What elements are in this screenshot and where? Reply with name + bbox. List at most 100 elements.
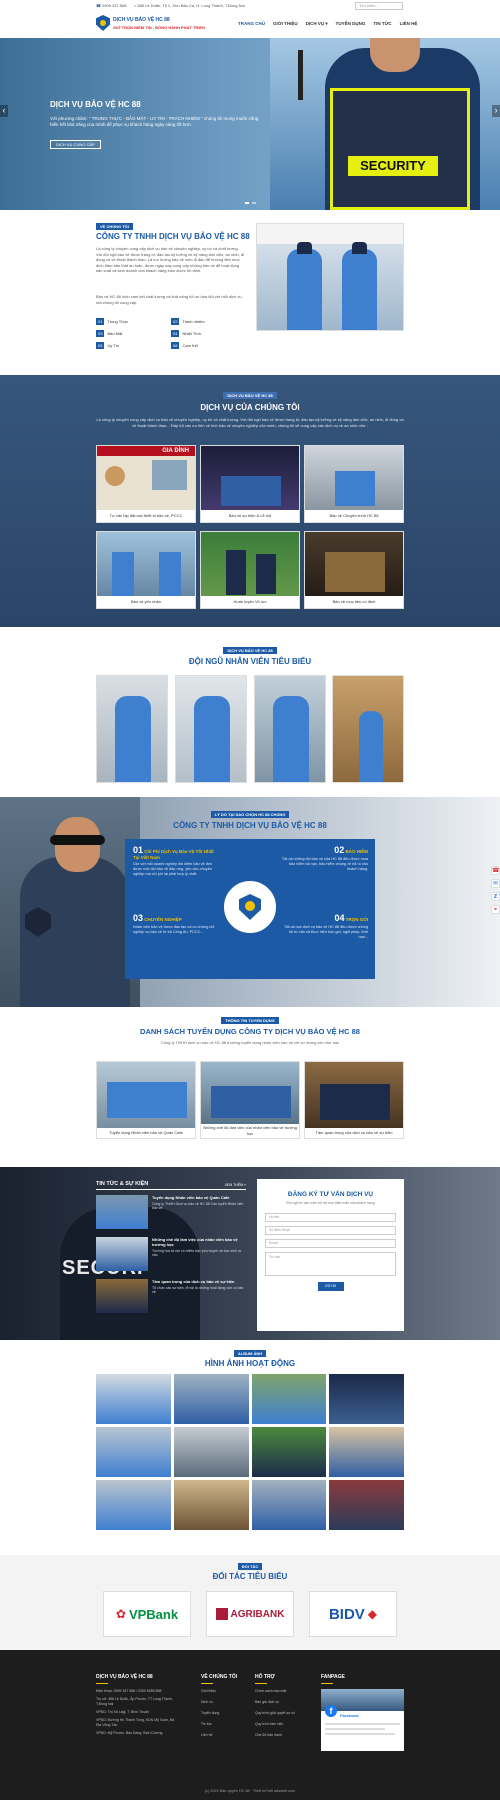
nav-about[interactable]: GIỚI THIỆU: [273, 21, 298, 27]
value-item: 01 Trung Thực: [96, 318, 129, 325]
recruit-card[interactable]: Tuyển dụng Nhân viên bảo vệ Quán Cafe: [96, 1061, 196, 1139]
why-section: LÝ DO TẠI SAO CHỌN HC 88 CHÚNG CÔNG TY T…: [0, 797, 500, 1007]
news-more-link[interactable]: XEM THÊM »: [225, 1183, 246, 1187]
logo-shield-icon[interactable]: [96, 15, 110, 31]
site-header: ☎ 0909.337.588 ⌂ 388 Lê Duẩn, Tổ 2, Khu …: [0, 0, 500, 38]
top-bar: ☎ 0909.337.588 ⌂ 388 Lê Duẩn, Tổ 2, Khu …: [96, 3, 245, 8]
value-item: 02 Trách nhiệm: [171, 318, 205, 325]
footer-link[interactable]: Chế độ bảo hành: [255, 1733, 315, 1737]
footer-link[interactable]: Giới thiệu: [201, 1689, 251, 1693]
map-float-icon[interactable]: ⌖: [491, 905, 500, 914]
main-nav: TRANG CHỦ GIỚI THIỆU DỊCH VỤ ▾ TUYỂN DỤN…: [238, 21, 417, 27]
gallery-photo[interactable]: [329, 1480, 404, 1530]
service-caption[interactable]: Bảo vệ Chuyên trình HC 88: [305, 510, 403, 522]
hero-cta-button[interactable]: DỊCH VỤ CUNG CẤP: [50, 140, 101, 149]
footer-col2-title: VỀ CHÚNG TÔI: [201, 1674, 238, 1680]
email-field[interactable]: Email: [265, 1239, 396, 1248]
gallery-photo[interactable]: [251, 1427, 327, 1477]
nav-recruit[interactable]: TUYỂN DỤNG: [336, 21, 366, 27]
footer-link[interactable]: Tin tức: [201, 1722, 251, 1726]
gallery-photo[interactable]: [173, 1374, 249, 1424]
zalo-float-icon[interactable]: Z: [491, 892, 500, 901]
nav-news[interactable]: TIN TỨC: [373, 21, 391, 27]
service-card[interactable]: Bảo vệ mục tiêu cố định: [304, 531, 404, 609]
footer-link[interactable]: Quy trình giải quyết sự cố: [255, 1711, 315, 1715]
footer-link[interactable]: Bảo giá dịch vụ: [255, 1700, 315, 1704]
gallery-photo[interactable]: [173, 1480, 249, 1530]
facebook-embed[interactable]: f Facebook: [321, 1689, 404, 1751]
service-card[interactable]: Huấn luyện Võ lực: [200, 531, 300, 609]
news-thumb[interactable]: [96, 1279, 148, 1313]
gallery-title: HÌNH ẢNH HOẠT ĐỘNG: [204, 1359, 296, 1368]
nav-home[interactable]: TRANG CHỦ: [238, 21, 265, 27]
recruit-caption[interactable]: Tuyển dụng Nhân viên bảo vệ Quán Cafe: [97, 1128, 195, 1138]
messenger-float-icon[interactable]: ✉: [491, 879, 500, 888]
footer-link[interactable]: Quy trình làm việc: [255, 1722, 315, 1726]
site-footer: DỊCH VỤ BẢO VỆ HC 88 Điện thoại: 0909 33…: [0, 1650, 500, 1800]
footer-fanpage: FANPAGE f Facebook: [321, 1674, 404, 1751]
news-item[interactable]: Những chế độ làm việc của nhân viên bảo …: [96, 1237, 246, 1275]
submit-button[interactable]: GỬI ĐI: [317, 1282, 344, 1291]
why-title: CÔNG TY TNHH DỊCH VỤ BẢO VỆ HC 88: [173, 821, 327, 830]
services-tag: DỊCH VỤ BẢO VỆ HC 88: [223, 392, 277, 399]
gallery-section: ALBUM ẢNH HÌNH ẢNH HOẠT ĐỘNG: [0, 1340, 500, 1555]
partner-logo-agribank[interactable]: AGRIBANK: [206, 1591, 294, 1637]
gallery-photo[interactable]: [251, 1480, 327, 1530]
gallery-photo[interactable]: [329, 1374, 404, 1424]
team-title: ĐỘI NGŨ NHÂN VIÊN TIÊU BIỂU: [188, 657, 312, 666]
gallery-photo[interactable]: [96, 1427, 171, 1477]
service-caption[interactable]: Bảo vệ sự kiện & Lễ hội: [201, 510, 299, 522]
service-card[interactable]: Bảo vệ Chuyên trình HC 88: [304, 445, 404, 523]
footer-contact: DỊCH VỤ BẢO VỆ HC 88 Điện thoại: 0909 33…: [96, 1674, 175, 1735]
value-item: 06 Cam Kết: [171, 342, 199, 349]
service-caption[interactable]: Tư vấn lập đặt các thiết bị bảo vệ, PCCC: [97, 510, 195, 522]
phone-field[interactable]: Số điện thoại: [265, 1226, 396, 1235]
news-item[interactable]: Tuyển dụng Nhân viên bảo vệ Quán Cafe Côn…: [96, 1195, 246, 1233]
gallery-tag: ALBUM ẢNH: [233, 1350, 267, 1357]
staff-photo[interactable]: [332, 675, 404, 783]
phone-float-icon[interactable]: ☎: [491, 866, 500, 875]
slider-dot[interactable]: [252, 202, 256, 204]
top-phone[interactable]: 0909.337.588: [102, 3, 126, 8]
gallery-photo[interactable]: [173, 1427, 249, 1477]
facebook-icon: f: [325, 1705, 337, 1717]
search-input[interactable]: Tìm kiếm...: [355, 2, 403, 10]
recruit-tag: THÔNG TIN TUYỂN DỤNG: [221, 1017, 279, 1024]
recruit-caption[interactable]: Những chế độ làm việc của nhân viên bảo …: [201, 1124, 299, 1138]
service-caption[interactable]: Huấn luyện Võ lực: [201, 596, 299, 608]
service-card[interactable]: GIA ĐÌNH Tư vấn lập đặt các thiết bị bảo…: [96, 445, 196, 523]
slider-next-button[interactable]: ›: [492, 105, 500, 117]
slider-dot[interactable]: [245, 202, 249, 204]
partner-logo-vpbank[interactable]: ✿ VPBank: [103, 1591, 191, 1637]
footer-link[interactable]: Liên hệ: [201, 1733, 251, 1737]
staff-photo[interactable]: [175, 675, 247, 783]
why-panel: 01 Chi Phí Dịch Vụ Bảo Vệ Tốt Nhất Tại V…: [125, 839, 375, 979]
news-header: TIN TỨC & SỰ KIỆN XEM THÊM »: [96, 1181, 246, 1190]
nav-contact[interactable]: LIÊN HỆ: [400, 21, 418, 27]
news-thumb[interactable]: [96, 1195, 148, 1229]
staff-photo[interactable]: [254, 675, 326, 783]
footer-link[interactable]: Chính sách bảo mật: [255, 1689, 315, 1693]
service-card[interactable]: Bảo vệ yếu nhân: [96, 531, 196, 609]
nav-services[interactable]: DỊCH VỤ ▾: [306, 21, 328, 27]
service-caption[interactable]: Bảo vệ mục tiêu cố định: [305, 596, 403, 608]
news-item[interactable]: Tầm quan trọng của dịch vụ bảo vệ sự kiệ…: [96, 1279, 246, 1317]
recruit-caption[interactable]: Tầm quan trọng của dịch vụ bảo vệ sự kiệ…: [305, 1128, 403, 1138]
gallery-photo[interactable]: [96, 1480, 171, 1530]
partner-logo-bidv[interactable]: BIDV ◆: [309, 1591, 397, 1637]
service-caption[interactable]: Bảo vệ yếu nhân: [97, 596, 195, 608]
gallery-photo[interactable]: [329, 1427, 404, 1477]
news-thumb[interactable]: [96, 1237, 148, 1271]
gallery-photo[interactable]: [96, 1374, 171, 1424]
slider-prev-button[interactable]: ‹: [0, 105, 8, 117]
recruit-card[interactable]: Tầm quan trọng của dịch vụ bảo vệ sự kiệ…: [304, 1061, 404, 1139]
message-field[interactable]: Tư vấn: [265, 1252, 396, 1276]
footer-link[interactable]: Dịch vụ: [201, 1700, 251, 1704]
recruit-card[interactable]: Những chế độ làm việc của nhân viên bảo …: [200, 1061, 300, 1139]
service-card[interactable]: Bảo vệ sự kiện & Lễ hội: [200, 445, 300, 523]
footer-link[interactable]: Tuyển dụng: [201, 1711, 251, 1715]
name-field[interactable]: Họ tên: [265, 1213, 396, 1222]
gallery-photo[interactable]: [251, 1374, 327, 1424]
brand-name[interactable]: DỊCH VỤ BẢO VỆ HC 88: [113, 17, 170, 23]
staff-photo[interactable]: [96, 675, 168, 783]
